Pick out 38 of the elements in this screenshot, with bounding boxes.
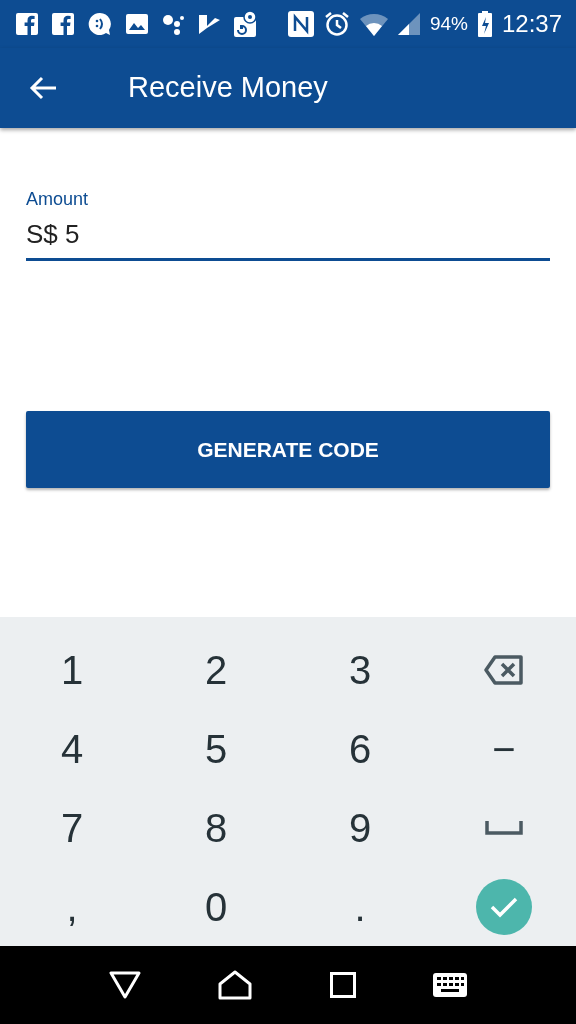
keyboard-key[interactable]: − <box>432 709 576 789</box>
generate-code-button[interactable]: GENERATE CODE <box>26 411 550 488</box>
backspace-icon <box>483 654 525 687</box>
clock-time: 12:37 <box>501 9 562 39</box>
keyboard-key[interactable]: 3 <box>288 631 432 710</box>
screen-title: Receive Money <box>128 70 328 106</box>
field-label: Amount <box>26 188 90 211</box>
keyboard-key[interactable]: , <box>0 867 144 946</box>
keyboard-key[interactable]: 0 <box>144 867 288 946</box>
home-icon[interactable] <box>218 970 253 1000</box>
keyboard-key[interactable]: 2 <box>144 631 288 710</box>
check-icon <box>490 895 518 918</box>
keyboard-key[interactable]: 4 <box>0 709 144 789</box>
back-triangle-icon[interactable] <box>108 971 141 999</box>
square-icon[interactable] <box>329 972 356 998</box>
keyboard-key[interactable]: . <box>288 867 432 946</box>
dots-icon <box>162 13 184 35</box>
nfc-icon <box>287 11 314 37</box>
battery-percentage: 94% <box>429 11 468 36</box>
facebook-icon <box>16 13 38 35</box>
keyboard-key[interactable]: 7 <box>0 788 144 868</box>
chat-bubble-icon <box>88 12 112 36</box>
amount-field[interactable]: Amount S$ 5 <box>26 186 550 261</box>
back-arrow-icon <box>29 76 57 100</box>
keyboard-icon[interactable] <box>433 973 468 997</box>
signal-icon <box>397 13 420 35</box>
wifi-icon <box>359 12 388 36</box>
keyboard-key[interactable]: 1 <box>0 631 144 710</box>
alarm-icon <box>323 11 350 37</box>
field-value: S$ 5 <box>26 218 81 251</box>
keyboard-key[interactable]: 6 <box>288 709 432 789</box>
space-bar-icon <box>485 820 523 835</box>
keyboard-key[interactable]: 9 <box>288 788 432 868</box>
image-icon <box>126 14 148 34</box>
keyboard-key[interactable]: 8 <box>144 788 288 868</box>
battery-charging-icon <box>477 11 492 37</box>
keyboard-key[interactable]: 5 <box>144 709 288 789</box>
facebook-icon <box>52 13 74 35</box>
